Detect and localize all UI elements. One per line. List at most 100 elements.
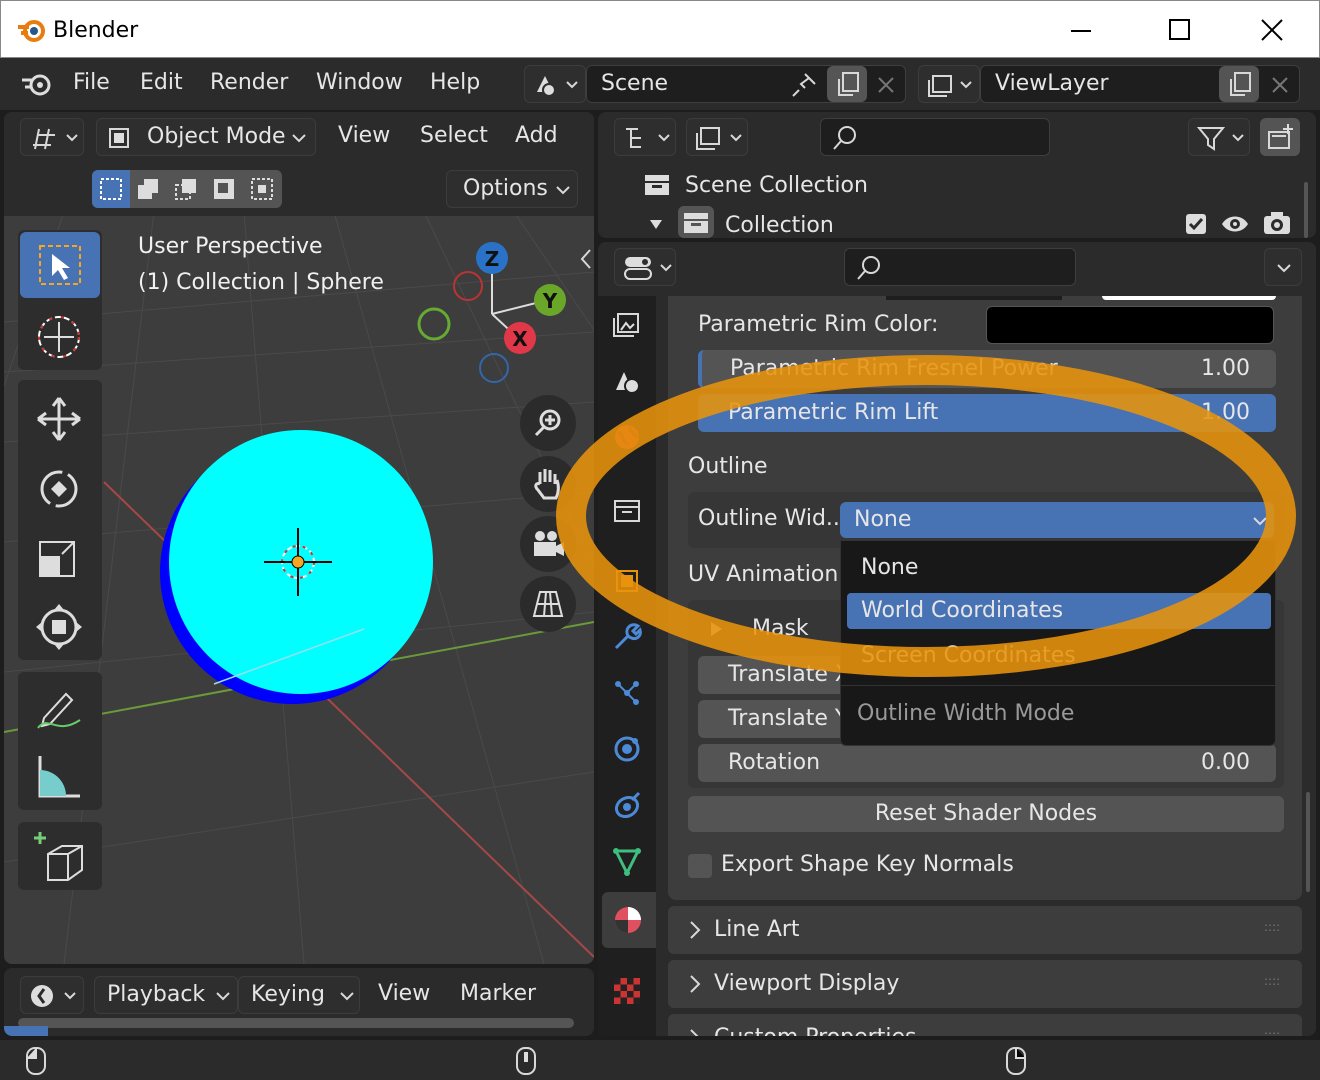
timeline-menu-view[interactable]: View [378, 981, 430, 1006]
constraints-tab-icon[interactable] [612, 790, 642, 820]
editor-type-button[interactable] [20, 118, 84, 156]
viewport-menu-select[interactable]: Select [420, 123, 488, 148]
collection-label[interactable]: Collection [725, 213, 834, 238]
highlight-ellipse-annotation [556, 355, 1296, 677]
filter-button[interactable] [1188, 118, 1250, 156]
rotation-slider[interactable]: Rotation 0.00 [698, 744, 1276, 782]
delete-scene-icon[interactable] [877, 76, 895, 94]
menu-render[interactable]: Render [210, 70, 288, 95]
panel-viewport-display[interactable]: Viewport Display :::: [668, 960, 1302, 1008]
timeline-editor-type-button[interactable] [20, 976, 84, 1014]
rotate-tool-icon[interactable] [34, 464, 84, 514]
timeline-editor: Playback Keying View Marker [4, 968, 594, 1036]
eye-icon[interactable] [1220, 212, 1250, 236]
chevron-down-icon [1277, 264, 1291, 273]
outliner-editor-type-button[interactable] [614, 118, 676, 156]
data-tab-icon[interactable] [612, 846, 642, 876]
scale-tool-icon[interactable] [34, 534, 84, 584]
playback-menu[interactable]: Playback [94, 976, 238, 1014]
panel-line-art[interactable]: Line Art :::: [668, 906, 1302, 954]
export-shape-key-checkbox[interactable] [688, 854, 712, 878]
annotate-tool-icon[interactable] [34, 684, 84, 734]
collapse-arrow-icon[interactable] [648, 216, 664, 232]
select-subtract-icon[interactable] [174, 177, 198, 201]
timeline-menu-marker[interactable]: Marker [460, 981, 536, 1006]
scene-collection-label[interactable]: Scene Collection [685, 173, 868, 198]
particles-tab-icon[interactable] [612, 678, 642, 708]
physics-tab-icon[interactable] [612, 734, 642, 764]
select-extend-icon[interactable] [136, 177, 160, 201]
duplicate-icon [838, 72, 859, 96]
timeline-scrollbar[interactable] [18, 1018, 574, 1028]
menu-edit[interactable]: Edit [140, 70, 183, 95]
viewport-menu-add[interactable]: Add [515, 123, 558, 148]
new-viewlayer-button[interactable] [1219, 66, 1259, 102]
cursor-tool-icon[interactable] [34, 312, 84, 362]
outliner-icon [626, 128, 670, 148]
select-intersect-icon[interactable] [250, 177, 274, 201]
scene-selector-button[interactable] [524, 65, 586, 103]
tool-select-box[interactable] [20, 232, 100, 298]
menu-file[interactable]: File [73, 70, 110, 95]
object-mode-label: Object Mode [147, 124, 286, 149]
blender-menu-icon[interactable] [20, 70, 54, 98]
viewport-menu-view[interactable]: View [338, 123, 390, 148]
outliner-scrollbar[interactable] [1304, 182, 1308, 238]
drag-handle-icon[interactable]: :::: [1264, 974, 1280, 988]
menu-window[interactable]: Window [316, 70, 403, 95]
properties-editor-type-button[interactable] [614, 248, 676, 286]
display-mode-button[interactable] [686, 118, 748, 156]
add-cube-tool-icon[interactable] [34, 830, 90, 884]
blender-logo-icon [18, 20, 45, 42]
checkbox-checked-icon[interactable] [1184, 212, 1208, 236]
collection-icon [684, 213, 708, 233]
rim-color-swatch[interactable] [986, 306, 1274, 344]
viewport-object-label: (1) Collection | Sphere [138, 270, 384, 295]
panel-custom-properties[interactable]: Custom Properties :::: [668, 1014, 1302, 1036]
move-tool-icon[interactable] [34, 394, 84, 444]
rotation-label: Rotation [728, 750, 821, 775]
select-invert-icon[interactable] [212, 177, 236, 201]
panel-custom-properties-label: Custom Properties [714, 1025, 916, 1036]
properties-header [598, 242, 1316, 296]
viewport-3d[interactable]: Object Mode View Select Add Options User… [4, 112, 594, 964]
render-camera-icon[interactable] [1262, 210, 1292, 236]
minimize-icon[interactable] [1071, 19, 1091, 41]
color-field-partial [886, 296, 1062, 300]
select-new-button[interactable] [92, 170, 130, 208]
pin-icon[interactable] [791, 72, 817, 98]
new-collection-button[interactable] [1260, 118, 1300, 156]
properties-scrollbar[interactable] [1306, 792, 1310, 892]
render-tab-icon[interactable] [612, 310, 642, 340]
delete-viewlayer-icon[interactable] [1271, 76, 1289, 94]
texture-tab-icon[interactable] [612, 976, 642, 1006]
drag-handle-icon[interactable]: :::: [1264, 920, 1280, 934]
options-dropdown[interactable]: Options [446, 170, 578, 208]
drag-handle-icon[interactable]: :::: [1264, 1028, 1280, 1036]
sidebar-toggle-icon[interactable] [578, 246, 594, 272]
properties-options-button[interactable] [1264, 248, 1302, 286]
window-title: Blender [53, 18, 139, 43]
keying-label: Keying [251, 982, 325, 1007]
close-icon[interactable] [1261, 19, 1283, 41]
viewlayer-selector-button[interactable] [918, 65, 980, 103]
material-tab[interactable] [602, 892, 656, 948]
transform-tool-icon[interactable] [34, 602, 84, 652]
viewlayer-name-field[interactable]: ViewLayer [980, 65, 1300, 103]
toolbar-select-group [18, 230, 102, 370]
color-field-partial-white [1102, 296, 1276, 300]
keying-menu[interactable]: Keying [238, 976, 360, 1014]
maximize-icon[interactable] [1169, 19, 1191, 41]
new-scene-button[interactable] [827, 66, 867, 102]
measure-tool-icon[interactable] [34, 752, 84, 802]
properties-search-input[interactable] [844, 248, 1076, 286]
reset-shader-nodes-button[interactable]: Reset Shader Nodes [688, 796, 1284, 832]
outliner-search-input[interactable] [820, 118, 1050, 156]
main-menubar: File Edit Render Window Help Scene ViewL… [0, 58, 1320, 110]
new-collection-icon [1268, 124, 1293, 149]
scene-name-field[interactable]: Scene [586, 65, 906, 103]
viewlayer-name: ViewLayer [995, 71, 1109, 96]
object-mode-dropdown[interactable]: Object Mode [96, 118, 316, 156]
menu-help[interactable]: Help [430, 70, 480, 95]
current-frame-indicator[interactable] [4, 1026, 48, 1036]
